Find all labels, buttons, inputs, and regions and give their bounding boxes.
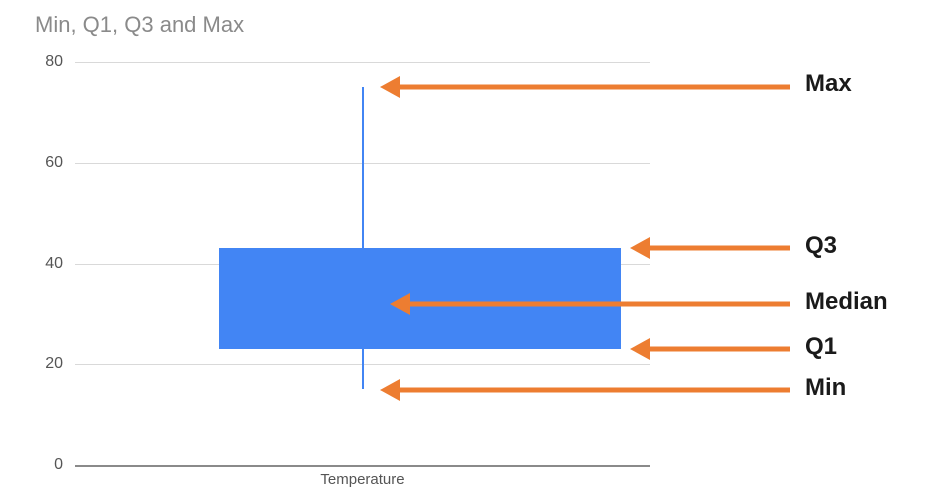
arrow-head-icon xyxy=(380,379,400,401)
arrow-head-icon xyxy=(630,338,650,360)
arrow-shaft xyxy=(648,347,790,352)
arrow-head-icon xyxy=(390,293,410,315)
arrow-shaft xyxy=(398,388,790,393)
arrow-shaft xyxy=(648,246,790,251)
y-tick-40: 40 xyxy=(23,255,75,273)
arrow-head-icon xyxy=(630,237,650,259)
arrow-shaft xyxy=(398,85,790,90)
gridline-80 xyxy=(75,62,650,63)
arrow-head-icon xyxy=(380,76,400,98)
plot-area: 80 60 40 20 0 Temperature xyxy=(75,62,650,465)
gridline-0 xyxy=(75,465,650,467)
chart-container: { "title": "Min, Q1, Q3 and Max", "x_axi… xyxy=(0,0,941,502)
arrow-q1 xyxy=(630,344,790,354)
arrow-median xyxy=(390,299,790,309)
y-tick-60: 60 xyxy=(23,154,75,172)
chart-title: Min, Q1, Q3 and Max xyxy=(35,12,244,38)
y-tick-80: 80 xyxy=(23,53,75,71)
arrow-max xyxy=(380,82,790,92)
y-tick-20: 20 xyxy=(23,355,75,373)
annotation-q1: Q1 xyxy=(805,333,837,361)
arrow-shaft xyxy=(408,302,790,307)
arrow-min xyxy=(380,385,790,395)
annotation-q3: Q3 xyxy=(805,232,837,260)
y-tick-0: 0 xyxy=(23,456,75,474)
annotation-median: Median xyxy=(805,288,888,316)
arrow-q3 xyxy=(630,243,790,253)
annotation-max: Max xyxy=(805,70,852,98)
x-axis-label: Temperature xyxy=(320,471,404,488)
annotation-min: Min xyxy=(805,374,846,402)
